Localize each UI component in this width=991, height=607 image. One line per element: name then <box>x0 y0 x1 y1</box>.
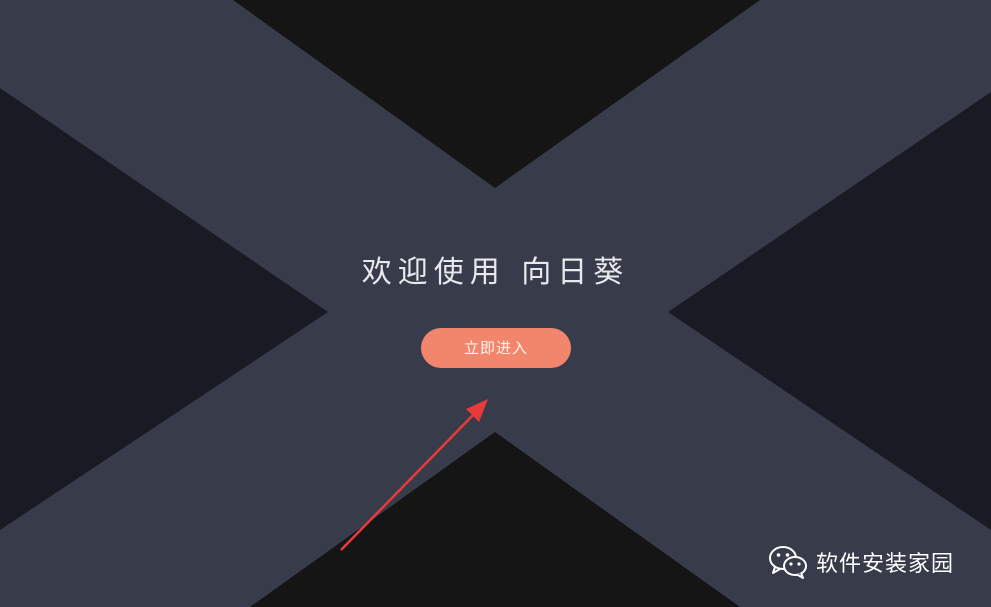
wechat-icon <box>769 546 807 579</box>
x-background <box>0 0 991 607</box>
splash-screen: 欢迎使用 向日葵 立即进入 软件安装家园 <box>0 0 991 607</box>
watermark: 软件安装家园 <box>768 544 954 580</box>
enter-now-button[interactable]: 立即进入 <box>421 328 571 368</box>
welcome-title: 欢迎使用 向日葵 <box>361 255 630 290</box>
watermark-text: 软件安装家园 <box>816 552 955 577</box>
